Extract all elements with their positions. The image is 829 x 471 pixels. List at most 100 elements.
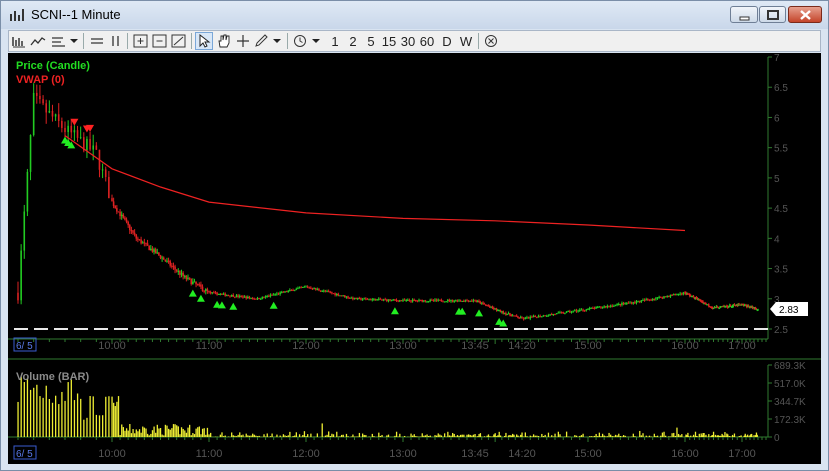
candle-body [557,312,560,314]
indicators-icon[interactable] [51,32,67,50]
timeframe-5[interactable]: 5 [365,32,377,50]
candle-body [419,299,422,301]
minimize-button[interactable] [730,6,758,23]
crosshair-icon[interactable] [236,32,250,50]
timeframe-week[interactable]: W [459,32,473,50]
timeframe-30[interactable]: 30 [400,32,416,50]
volume-bar [474,434,476,437]
volume-bar [708,434,710,437]
volume-bar [156,424,158,437]
volume-bar [534,435,536,437]
volume-bar [544,434,546,437]
zoom-fit-icon[interactable] [171,32,187,50]
candle-body [326,291,328,293]
candle-body [440,299,443,302]
horizontal-line-icon[interactable] [89,32,105,50]
candle-body [650,299,652,301]
zoom-in-icon[interactable] [133,32,149,50]
candle-body [208,290,210,293]
maximize-button[interactable] [759,6,786,23]
candle-body [190,278,193,285]
volume-bar [295,432,297,437]
volume-bar [486,435,488,437]
candle-body [757,309,759,311]
volume-axis-label: 344.7K [774,397,806,408]
timeframe-2[interactable]: 2 [347,32,359,50]
candle-body [182,272,184,277]
volume-bar [381,434,383,437]
cancel-icon[interactable] [484,32,500,50]
candle-body [150,248,152,251]
volume-bar [395,431,398,437]
candle-body [630,302,633,304]
volume-bar [130,433,133,437]
hand-icon[interactable] [216,32,232,50]
candle-body [272,294,275,296]
volume-bar [495,436,498,437]
chevron-down-icon[interactable] [311,32,321,50]
zoom-out-icon[interactable] [152,32,168,50]
volume-bar [242,434,244,437]
pencil-icon[interactable] [254,32,270,50]
candle-body [472,300,475,302]
candle-body [177,270,180,272]
candle-body [408,299,411,301]
volume-bar [205,434,207,437]
chart-area[interactable]: 7 6.5 6 5.5 5 4.5 4 3.5 3 2.5 689.3K 517.0K 344.7K 17… [8,53,821,464]
chevron-down-icon[interactable] [69,32,79,50]
candle-body [130,230,133,232]
candle-body [442,301,444,303]
cursor-icon[interactable] [195,32,213,50]
candle-body [590,307,593,309]
volume-bar [286,435,288,437]
timeframe-60[interactable]: 60 [419,32,435,50]
candle-body [331,292,333,294]
volume-bar [269,436,272,437]
volume-bar [298,434,301,437]
title-bar[interactable]: SCNI--1 Minute [1,1,828,29]
volume-bar [206,427,209,437]
clock-icon[interactable] [293,32,309,50]
candle-body [653,299,656,301]
volume-bar [164,424,167,437]
candle-body [564,312,566,314]
timeframe-day[interactable]: D [441,32,453,50]
buy-signal-marker [188,289,197,297]
line-chart-icon[interactable] [30,32,46,50]
volume-bar [163,435,165,437]
candle-body [174,266,176,270]
volume-bar [639,430,641,437]
volume-bar [645,435,647,437]
volume-bar [650,436,652,437]
volume-bar [740,435,742,437]
candle-body [335,293,338,295]
candle-body [332,293,335,295]
chevron-down-icon[interactable] [272,32,282,50]
time-axis-label: 17:00 [728,340,756,352]
price-axis-label: 3.5 [774,265,788,276]
candle-body [592,307,594,309]
volume-bar [190,435,192,437]
price-axis-label: 6.5 [774,83,788,94]
vertical-line-icon[interactable] [109,32,123,50]
time-axis-label: 13:45 [461,448,489,460]
timeframe-1[interactable]: 1 [329,32,341,50]
volume-bar [655,436,657,437]
volume-bar [231,432,233,437]
volume-bar [547,432,550,437]
candle-body [195,281,197,285]
volume-bar [198,426,200,437]
candle-body [645,299,647,301]
chart-type-icon[interactable] [12,32,26,50]
volume-bar [592,436,594,437]
candle-body [200,284,202,287]
close-button[interactable] [788,6,822,23]
volume-bar [310,433,312,437]
candle-body [20,250,22,301]
volume-axis-label: 172.3K [774,415,806,426]
candle-body [350,297,353,299]
candle-body [290,289,293,291]
candle-body [104,169,107,177]
timeframe-15[interactable]: 15 [381,32,397,50]
candle-body [637,301,639,303]
